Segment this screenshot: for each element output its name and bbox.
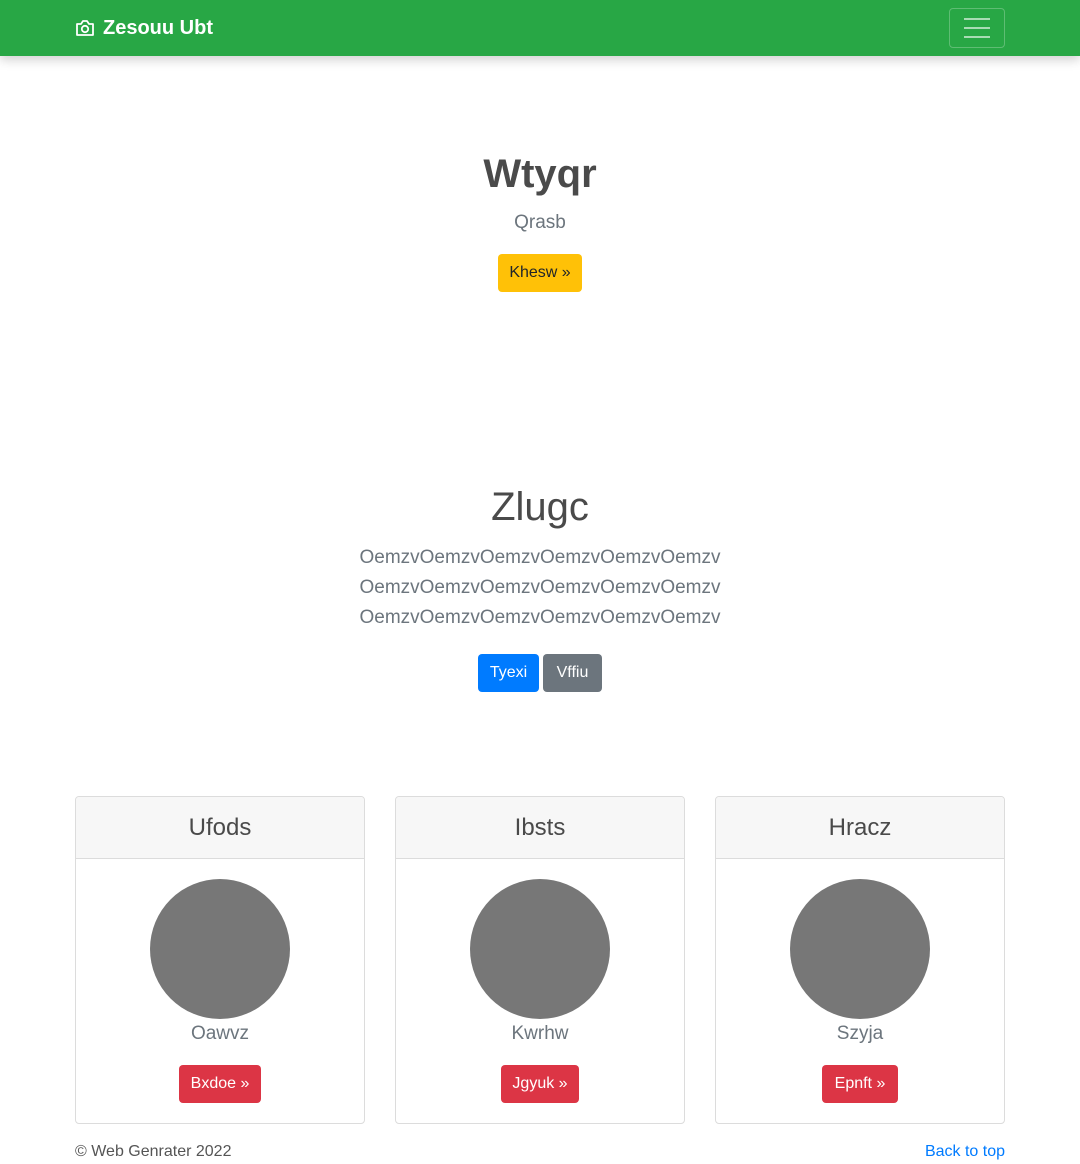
card-name: Oawvz — [190, 1023, 250, 1044]
hero-title: Wtyqr — [483, 152, 597, 196]
back-to-top-link[interactable]: Back to top — [925, 1143, 1005, 1161]
card: Ibsts Kwrhw Jgyuk » — [395, 796, 685, 1124]
card: Ufods Oawvz Bxdoe » — [75, 796, 365, 1124]
card: Hracz Szyja Epnft » — [715, 796, 1005, 1124]
card-image-placeholder — [790, 879, 930, 1019]
brand-link[interactable]: Zesouu Ubt — [75, 0, 213, 56]
navbar: Zesouu Ubt — [0, 0, 1080, 56]
section-title: Zlugc — [491, 485, 589, 529]
card-image-placeholder — [470, 879, 610, 1019]
hero-button[interactable]: Khesw » — [498, 254, 582, 292]
card-name: Szyja — [836, 1023, 884, 1044]
footer-copyright: © Web Genrater 2022 — [75, 1143, 232, 1160]
card-button[interactable]: Bxdoe » — [179, 1065, 261, 1103]
brand-name: Zesouu Ubt — [103, 16, 213, 39]
section-text-line: OemzvOemzvOemzvOemzvOemzvOemzv — [359, 577, 721, 598]
secondary-button[interactable]: Vffiu — [543, 654, 602, 692]
card-image-placeholder — [150, 879, 290, 1019]
card-header: Hracz — [716, 797, 1004, 859]
card-header: Ibsts — [396, 797, 684, 859]
section-text: OemzvOemzvOemzvOemzvOemzvOemzv OemzvOemz… — [0, 543, 1080, 633]
card-button[interactable]: Epnft » — [822, 1065, 898, 1103]
card-header: Ufods — [76, 797, 364, 859]
navbar-toggler-button[interactable] — [949, 8, 1005, 48]
section-text-line: OemzvOemzvOemzvOemzvOemzvOemzv — [359, 607, 721, 628]
section-text-line: OemzvOemzvOemzvOemzvOemzvOemzv — [359, 547, 721, 568]
card-button[interactable]: Jgyuk » — [501, 1065, 579, 1103]
card-name: Kwrhw — [511, 1023, 569, 1044]
primary-button[interactable]: Tyexi — [478, 654, 539, 692]
hamburger-menu-icon — [964, 18, 990, 20]
hero-subtitle: Qrasb — [514, 212, 566, 233]
camera-icon — [76, 20, 94, 36]
